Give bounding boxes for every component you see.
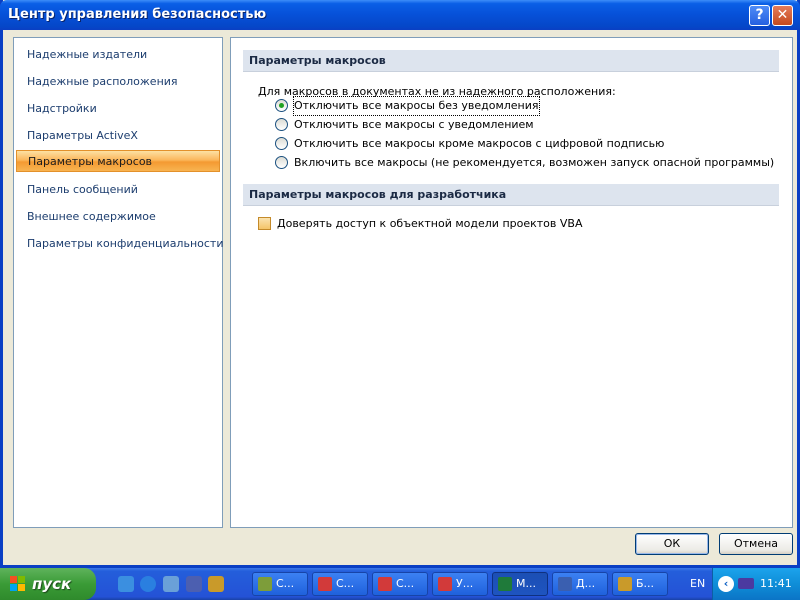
- nav-item-message-bar[interactable]: Панель сообщений: [16, 179, 220, 201]
- nav-item-label: Надстройки: [27, 102, 97, 115]
- radio-button[interactable]: [275, 137, 288, 150]
- language-indicator[interactable]: EN: [690, 577, 705, 590]
- task-app-icon: [378, 577, 392, 591]
- system-tray: ‹ 11:41: [712, 568, 800, 600]
- tray-expand-icon[interactable]: ‹: [718, 576, 734, 592]
- task-app-icon: [438, 577, 452, 591]
- category-list: Надежные издатели Надежные расположения …: [13, 37, 223, 528]
- nav-item-label: Панель сообщений: [27, 183, 138, 196]
- nav-item-label: Параметры конфиденциальности: [27, 237, 224, 250]
- nav-item-label: Параметры макросов: [28, 155, 153, 168]
- radio-label: Отключить все макросы кроме макросов с ц…: [294, 137, 665, 150]
- nav-item-external-content[interactable]: Внешнее содержимое: [16, 206, 220, 228]
- radio-button[interactable]: [275, 156, 288, 169]
- quicklaunch-app-icon[interactable]: [186, 576, 202, 592]
- radio-button[interactable]: [275, 99, 288, 112]
- radio-label: Отключить все макросы без уведомления: [293, 96, 540, 116]
- radio-label: Отключить все макросы с уведомлением: [294, 118, 534, 131]
- task-label: Д...: [576, 577, 596, 590]
- nav-item-label: Надежные издатели: [27, 48, 148, 61]
- nav-item-label: Внешнее содержимое: [27, 210, 156, 223]
- taskbar-item[interactable]: У...: [432, 572, 488, 596]
- nav-item-macro-settings[interactable]: Параметры макросов: [16, 150, 220, 172]
- radio-button[interactable]: [275, 118, 288, 131]
- vba-trust-label: Доверять доступ к объектной модели проек…: [277, 217, 583, 230]
- taskbar-item[interactable]: Б...: [612, 572, 668, 596]
- nav-item-label: Параметры ActiveX: [27, 129, 138, 142]
- nav-item-label: Надежные расположения: [27, 75, 178, 88]
- task-app-icon: [258, 577, 272, 591]
- taskbar-item[interactable]: Д...: [552, 572, 608, 596]
- close-button[interactable]: ✕: [772, 5, 793, 26]
- cancel-button[interactable]: Отмена: [719, 533, 793, 555]
- taskbar-item[interactable]: C...: [252, 572, 308, 596]
- taskbar: пуск C... C... C... У... M... Д... Б... …: [0, 568, 800, 600]
- ok-button[interactable]: ОК: [635, 533, 709, 555]
- taskbar-item-active[interactable]: M...: [492, 572, 548, 596]
- nav-item-privacy-options[interactable]: Параметры конфиденциальности: [16, 233, 224, 255]
- trust-center-dialog: Центр управления безопасностью ? ✕ Надеж…: [0, 0, 800, 568]
- start-button[interactable]: пуск: [0, 568, 96, 600]
- taskbar-item[interactable]: C...: [372, 572, 428, 596]
- task-app-icon: [558, 577, 572, 591]
- help-icon: ?: [755, 7, 764, 23]
- settings-panel: Параметры макросов Для макросов в докуме…: [230, 37, 793, 528]
- show-desktop-icon[interactable]: [118, 576, 134, 592]
- keyboard-icon[interactable]: [738, 578, 754, 589]
- task-app-icon: [318, 577, 332, 591]
- taskbar-item[interactable]: C...: [312, 572, 368, 596]
- task-label: M...: [516, 577, 536, 590]
- macro-settings-heading: Параметры макросов: [243, 50, 779, 72]
- internet-explorer-icon[interactable]: [140, 576, 156, 592]
- nav-item-trusted-locations[interactable]: Надежные расположения: [16, 71, 220, 93]
- quicklaunch-app-icon[interactable]: [163, 576, 179, 592]
- task-label: C...: [396, 577, 415, 590]
- task-label: У...: [456, 577, 474, 590]
- task-label: Б...: [636, 577, 655, 590]
- task-app-icon: [498, 577, 512, 591]
- task-label: C...: [276, 577, 295, 590]
- nav-item-activex-settings[interactable]: Параметры ActiveX: [16, 125, 220, 147]
- window-title: Центр управления безопасностью: [8, 7, 267, 22]
- task-label: C...: [336, 577, 355, 590]
- close-icon: ✕: [776, 7, 789, 23]
- start-label: пуск: [32, 575, 72, 593]
- quicklaunch-app-icon[interactable]: [208, 576, 224, 592]
- radio-label: Включить все макросы (не рекомендуется, …: [294, 156, 775, 169]
- task-app-icon: [618, 577, 632, 591]
- windows-logo-icon: [10, 576, 25, 591]
- clock[interactable]: 11:41: [760, 577, 792, 590]
- developer-settings-heading: Параметры макросов для разработчика: [243, 184, 779, 206]
- nav-item-add-ins[interactable]: Надстройки: [16, 98, 220, 120]
- title-bar[interactable]: Центр управления безопасностью ? ✕: [0, 0, 800, 30]
- vba-trust-checkbox[interactable]: [258, 217, 271, 230]
- nav-item-trusted-publishers[interactable]: Надежные издатели: [16, 44, 220, 66]
- help-button[interactable]: ?: [749, 5, 770, 26]
